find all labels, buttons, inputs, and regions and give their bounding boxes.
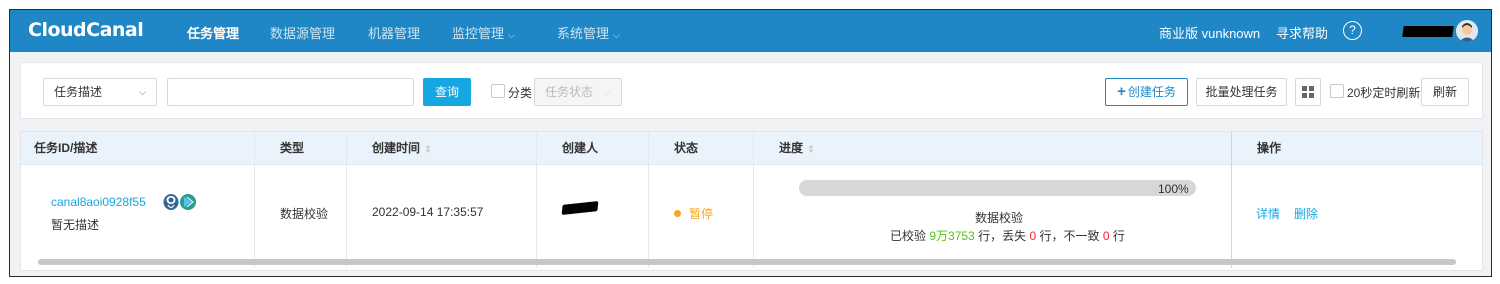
column-divider bbox=[346, 132, 347, 268]
help-icon[interactable]: ? bbox=[1343, 21, 1362, 40]
nav-item-task-management[interactable]: 任务管理 bbox=[187, 23, 239, 42]
header-status: 状态 bbox=[674, 141, 699, 155]
column-divider bbox=[648, 132, 649, 268]
rows-suffix: 行 bbox=[1112, 229, 1125, 243]
status-text: 暂停 bbox=[689, 207, 714, 221]
task-id-link[interactable]: canal8aoi0928f55 bbox=[51, 195, 146, 209]
nav-item-label: 机器管理 bbox=[368, 26, 421, 41]
task-table: 任务ID/描述 类型 创建时间 ⇕ 创建人 状态 进度 ⇕ 操作 canal8aoi… bbox=[20, 131, 1483, 271]
nav-item-system-management[interactable]: 系统管理 ⌵ bbox=[557, 23, 620, 42]
lost-prefix: 行，丢失 bbox=[978, 229, 1027, 243]
postgresql-icon bbox=[163, 194, 179, 210]
sort-icon[interactable]: ⇕ bbox=[807, 144, 815, 154]
plus-icon: + bbox=[1117, 83, 1126, 100]
header-created[interactable]: 创建时间 ⇕ bbox=[359, 132, 432, 165]
header-task-id: 任务ID/描述 bbox=[34, 141, 98, 155]
header-progress-label: 进度 bbox=[779, 141, 804, 155]
top-nav: CloudCanal 任务管理 数据源管理 机器管理 监控管理 ⌵ 系统管理 ⌵ 商… bbox=[10, 10, 1491, 52]
create-task-button[interactable]: + 创建任务 bbox=[1105, 78, 1188, 106]
progress-bar bbox=[799, 180, 1196, 196]
paused-dot-icon bbox=[674, 210, 681, 217]
column-divider bbox=[254, 132, 255, 268]
task-status-value: 任务状态 bbox=[545, 85, 594, 99]
avatar[interactable] bbox=[1456, 20, 1478, 42]
filter-field-select[interactable]: 任务描述 ⌵ bbox=[43, 78, 157, 106]
column-divider bbox=[1231, 132, 1232, 268]
column-divider bbox=[536, 132, 537, 268]
header-type: 类型 bbox=[280, 141, 305, 155]
app-window: CloudCanal 任务管理 数据源管理 机器管理 监控管理 ⌵ 系统管理 ⌵ 商… bbox=[9, 9, 1492, 277]
nav-item-label: 监控管理 bbox=[452, 26, 505, 41]
nav-item-label: 数据源管理 bbox=[270, 26, 336, 41]
grid-icon bbox=[1302, 86, 1314, 98]
lost-count: 0 bbox=[1029, 229, 1037, 243]
nav-item-datasource-management[interactable]: 数据源管理 bbox=[270, 23, 335, 42]
table-header: 任务ID/描述 类型 创建时间 ⇕ 创建人 状态 进度 ⇕ 操作 bbox=[21, 132, 1482, 165]
chevron-down-icon: ⌵ bbox=[508, 30, 515, 40]
category-label: 分类 bbox=[508, 86, 533, 100]
app-logo[interactable]: CloudCanal bbox=[28, 19, 144, 41]
checked-count: 9万3753 bbox=[929, 229, 975, 243]
inconsistent-count: 0 bbox=[1102, 229, 1110, 243]
progress-percent: 100% bbox=[1158, 182, 1189, 196]
progress-title: 数据校验 bbox=[975, 211, 1024, 225]
task-description: 暂无描述 bbox=[51, 218, 100, 232]
nav-item-monitor-management[interactable]: 监控管理 ⌵ bbox=[452, 23, 515, 42]
help-link[interactable]: 寻求帮助 bbox=[1276, 23, 1328, 42]
datasource-icons bbox=[163, 194, 196, 210]
create-task-label: 创建任务 bbox=[1127, 85, 1176, 99]
avatar-icon bbox=[1456, 20, 1478, 42]
filter-field-value: 任务描述 bbox=[54, 85, 103, 99]
task-type: 数据校验 bbox=[280, 207, 329, 221]
task-created-time: 2022-09-14 17:35:57 bbox=[372, 205, 484, 219]
search-input[interactable] bbox=[167, 78, 414, 106]
chevron-down-icon: ⌵ bbox=[613, 30, 620, 40]
chevron-down-icon: ⌵ bbox=[604, 87, 611, 97]
auto-refresh-label: 20秒定时刷新 bbox=[1347, 86, 1421, 100]
task-status-select: 任务状态 ⌵ bbox=[534, 78, 622, 106]
nav-item-machine-management[interactable]: 机器管理 bbox=[368, 23, 420, 42]
filter-toolbar: 任务描述 ⌵ 查询 分类 任务状态 ⌵ + 创建任务 批量处理任务 20秒定时刷新… bbox=[20, 62, 1483, 119]
chevron-down-icon: ⌵ bbox=[139, 87, 146, 97]
header-progress[interactable]: 进度 ⇕ bbox=[766, 132, 815, 165]
edition-label: 商业版 vunknown bbox=[1159, 26, 1261, 41]
delete-link[interactable]: 删除 bbox=[1294, 205, 1318, 222]
checked-prefix: 已校验 bbox=[890, 229, 927, 243]
category-checkbox[interactable] bbox=[491, 84, 505, 98]
inconsistent-prefix: 行，不一致 bbox=[1039, 229, 1100, 243]
grid-view-button[interactable] bbox=[1295, 78, 1321, 106]
detail-link[interactable]: 详情 bbox=[1256, 205, 1280, 222]
batch-process-button[interactable]: 批量处理任务 bbox=[1196, 78, 1287, 106]
progress-fill bbox=[799, 180, 1196, 196]
nav-item-label: 系统管理 bbox=[557, 26, 610, 41]
column-divider bbox=[753, 132, 754, 268]
header-creator: 创建人 bbox=[562, 141, 599, 155]
creator-redacted bbox=[561, 201, 599, 215]
nav-item-label: 任务管理 bbox=[187, 26, 240, 41]
header-created-label: 创建时间 bbox=[372, 141, 421, 155]
auto-refresh-checkbox[interactable] bbox=[1330, 84, 1344, 98]
horizontal-scrollbar[interactable] bbox=[38, 259, 1456, 265]
progress-detail: 已校验 9万3753 行，丢失 0 行，不一致 0 行 bbox=[890, 227, 1125, 244]
target-db-icon bbox=[180, 194, 196, 210]
sort-icon[interactable]: ⇕ bbox=[424, 144, 432, 154]
header-actions: 操作 bbox=[1257, 141, 1282, 155]
search-button[interactable]: 查询 bbox=[423, 78, 471, 106]
username-redacted[interactable] bbox=[1402, 26, 1454, 37]
refresh-button[interactable]: 刷新 bbox=[1421, 78, 1469, 106]
status-badge: 暂停 bbox=[674, 205, 713, 222]
